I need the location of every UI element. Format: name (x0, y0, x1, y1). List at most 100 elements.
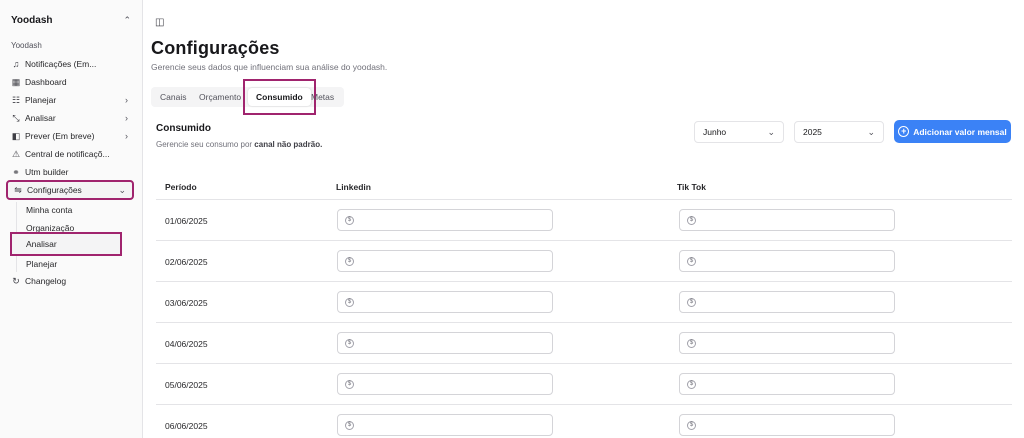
settings-sliders-icon: ⇋ (14, 184, 22, 195)
chevron-up-down-icon: ⌃ (123, 14, 131, 25)
linkedin-amount-input[interactable] (358, 215, 538, 225)
tiktok-amount-input[interactable] (700, 338, 880, 348)
row-date: 05/06/2025 (165, 380, 208, 390)
dollar-icon: $ (687, 420, 696, 430)
year-select-value: 2025 (803, 127, 822, 137)
sidebar-item-prever[interactable]: ◧ Prever (Em breve) › (6, 127, 134, 145)
sidebar-item-notificacoes[interactable]: ♫ Notificações (Em... (6, 55, 134, 73)
sidebar-section-label: Yoodash (11, 41, 42, 50)
dollar-icon: $ (345, 215, 354, 225)
column-header-linkedin: Linkedin (336, 182, 371, 192)
dollar-icon: $ (345, 379, 354, 389)
plan-icon: ☷ (11, 94, 21, 105)
tiktok-amount-input[interactable] (700, 215, 880, 225)
tiktok-amount-field[interactable]: $ (679, 373, 895, 395)
month-select-value: Junho (703, 127, 727, 137)
table-row: 03/06/2025 $ $ (156, 282, 1012, 323)
add-monthly-value-label: Adicionar valor mensal (913, 126, 1007, 137)
tab-canais[interactable]: Canais (160, 87, 186, 107)
page-subtitle: Gerencie seus dados que influenciam sua … (151, 62, 388, 72)
tiktok-amount-field[interactable]: $ (679, 291, 895, 313)
dollar-icon: $ (345, 297, 354, 307)
add-monthly-value-button[interactable]: + Adicionar valor mensal (894, 120, 1011, 143)
linkedin-amount-input[interactable] (358, 379, 538, 389)
row-date: 04/06/2025 (165, 339, 208, 349)
dollar-icon: $ (687, 379, 696, 389)
dollar-icon: $ (687, 256, 696, 266)
dollar-icon: $ (345, 420, 354, 430)
linkedin-amount-field[interactable]: $ (337, 209, 553, 231)
tiktok-amount-field[interactable]: $ (679, 414, 895, 436)
sidebar-toggle-icon[interactable]: ◫ (155, 17, 164, 28)
linkedin-amount-input[interactable] (358, 297, 538, 307)
sidebar-item-configuracoes[interactable]: ⇋ Configurações ⌄ (6, 180, 134, 200)
table-row: 02/06/2025 $ $ (156, 241, 1012, 282)
tab-orcamento[interactable]: Orçamento (199, 87, 241, 107)
dollar-icon: $ (345, 256, 354, 266)
sidebar-item-planejar[interactable]: ☷ Planejar › (6, 91, 134, 109)
chevron-down-icon: ⌄ (118, 184, 126, 195)
sidebar: Yoodash ⌃ Yoodash ♫ Notificações (Em... … (0, 0, 143, 438)
tiktok-amount-input[interactable] (700, 379, 880, 389)
sidebar-item-utm-builder[interactable]: ⚭ Utm builder (6, 163, 134, 181)
plus-circle-icon: + (898, 126, 910, 137)
dollar-icon: $ (687, 215, 696, 225)
section-title: Consumido (156, 123, 211, 134)
sidebar-item-central-notificacoes[interactable]: ⚠ Central de notificaçõ... (6, 145, 134, 163)
sidebar-item-changelog[interactable]: ↻ Changelog (6, 272, 134, 290)
table-row: 06/06/2025 $ $ (156, 405, 1012, 438)
sidebar-item-dashboard[interactable]: ▦ Dashboard (6, 73, 134, 91)
linkedin-amount-field[interactable]: $ (337, 373, 553, 395)
tiktok-amount-input[interactable] (700, 420, 880, 430)
page-title: Configurações (151, 38, 280, 58)
forecast-icon: ◧ (11, 130, 21, 141)
dollar-icon: $ (687, 338, 696, 348)
chevron-right-icon: › (125, 113, 128, 123)
tiktok-amount-field[interactable]: $ (679, 209, 895, 231)
tiktok-amount-input[interactable] (700, 297, 880, 307)
year-select[interactable]: 2025 ⌄ (794, 121, 884, 143)
linkedin-amount-input[interactable] (358, 256, 538, 266)
dashboard-icon: ▦ (11, 76, 21, 87)
dollar-icon: $ (687, 297, 696, 307)
linkedin-amount-field[interactable]: $ (337, 250, 553, 272)
tab-metas[interactable]: Metas (311, 87, 334, 107)
row-date: 02/06/2025 (165, 257, 208, 267)
link-icon: ⚭ (12, 166, 20, 177)
chevron-right-icon: › (125, 131, 128, 141)
bell-icon: ♫ (12, 59, 20, 69)
linkedin-amount-input[interactable] (358, 420, 538, 430)
table-row: 05/06/2025 $ $ (156, 364, 1012, 405)
column-header-tiktok: Tik Tok (677, 182, 706, 192)
sidebar-item-analisar[interactable]: ⤡ Analisar › (6, 109, 134, 127)
consumption-table: Período Linkedin Tik Tok 01/06/2025 $ $ … (156, 170, 1012, 438)
sidebar-subitem-analisar[interactable]: Analisar (10, 232, 122, 256)
chart-icon: ⤡ (12, 112, 20, 123)
settings-tabs: Canais Orçamento Consumido Metas (151, 79, 344, 115)
tab-consumido-label: Consumido (248, 88, 311, 106)
month-select[interactable]: Junho ⌄ (694, 121, 784, 143)
row-date: 06/06/2025 (165, 421, 208, 431)
linkedin-amount-input[interactable] (358, 338, 538, 348)
warning-icon: ⚠ (11, 148, 21, 159)
dollar-icon: $ (345, 338, 354, 348)
chevron-down-icon: ⌄ (867, 126, 875, 137)
chevron-down-icon: ⌄ (767, 126, 775, 137)
row-date: 01/06/2025 (165, 216, 208, 226)
sidebar-subitem-minha-conta[interactable]: Minha conta (21, 202, 72, 218)
sidebar-subitem-planejar[interactable]: Planejar (21, 256, 57, 272)
linkedin-amount-field[interactable]: $ (337, 332, 553, 354)
linkedin-amount-field[interactable]: $ (337, 291, 553, 313)
tab-consumido[interactable]: Consumido (243, 79, 316, 115)
table-row: 04/06/2025 $ $ (156, 323, 1012, 364)
tiktok-amount-input[interactable] (700, 256, 880, 266)
workspace-switcher[interactable]: Yoodash ⌃ (11, 12, 131, 28)
table-header: Período Linkedin Tik Tok (156, 170, 1012, 200)
section-description: Gerencie seu consumo por canal não padrã… (156, 140, 323, 149)
tiktok-amount-field[interactable]: $ (679, 332, 895, 354)
tiktok-amount-field[interactable]: $ (679, 250, 895, 272)
chevron-right-icon: › (125, 95, 128, 105)
table-row: 01/06/2025 $ $ (156, 200, 1012, 241)
linkedin-amount-field[interactable]: $ (337, 414, 553, 436)
column-header-periodo: Período (165, 182, 197, 192)
